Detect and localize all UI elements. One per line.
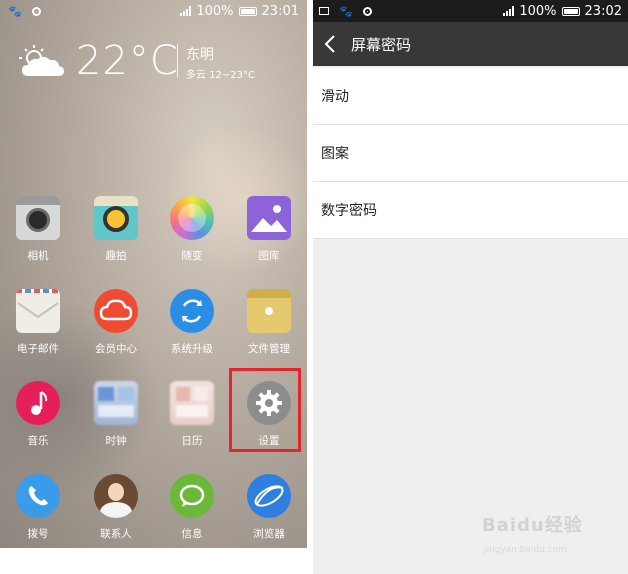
screen-password-page: 🐾 100% 23:02 屏幕密码 滑动 图案 数字密码	[313, 0, 628, 574]
app-label: 随变	[181, 250, 203, 262]
gallery-icon	[247, 196, 291, 240]
app-gallery[interactable]: 图库	[234, 196, 304, 263]
settings-highlight-box	[229, 368, 301, 452]
status-bar-right: 100% 23:01	[180, 0, 299, 22]
option-slide[interactable]: 滑动	[313, 68, 628, 125]
signal-icon	[503, 6, 515, 16]
battery-icon	[238, 6, 257, 16]
app-music[interactable]: 音乐	[3, 381, 73, 448]
weather-divider	[177, 44, 178, 78]
app-email[interactable]: 电子邮件	[3, 289, 73, 356]
app-calendar[interactable]: 日历	[157, 381, 227, 448]
app-label: 系统升级	[171, 343, 213, 355]
phone-icon	[16, 474, 60, 518]
baidu-watermark: Baidu经验 jingyan.baidu.com	[476, 505, 626, 571]
app-label: 相机	[27, 250, 49, 262]
status-bar-left: 🐾	[8, 0, 41, 22]
app-contacts[interactable]: 联系人	[81, 474, 151, 541]
app-browser[interactable]: 浏览器	[234, 474, 304, 541]
record-icon	[362, 6, 372, 16]
option-pattern[interactable]: 图案	[313, 125, 628, 182]
battery-percent: 100%	[519, 3, 557, 19]
status-time: 23:01	[261, 3, 299, 19]
app-label: 浏览器	[253, 528, 285, 540]
paw-icon: 🐾	[339, 4, 353, 18]
chat-bubble-icon	[170, 474, 214, 518]
page-title: 屏幕密码	[351, 35, 412, 54]
color-wheel-icon	[170, 196, 214, 240]
password-option-list: 滑动 图案 数字密码	[313, 68, 628, 239]
app-label: 文件管理	[248, 343, 290, 355]
app-dialer[interactable]: 拨号	[3, 474, 73, 541]
app-label: 图库	[258, 250, 280, 262]
battery-icon	[561, 6, 580, 16]
home-screen: 🐾 100% 23:01 22°C 东明 多云 12~23°C 相机 趣拍 随变…	[0, 0, 307, 548]
music-note-icon	[16, 381, 60, 425]
status-time: 23:02	[584, 3, 622, 19]
app-label: 联系人	[100, 528, 132, 540]
app-label: 日历	[181, 435, 203, 447]
watermark-url: jingyan.baidu.com	[484, 545, 568, 555]
app-label: 音乐	[27, 435, 49, 447]
fun-camera-icon	[94, 196, 138, 240]
app-label: 拨号	[27, 528, 49, 540]
app-label: 电子邮件	[17, 343, 59, 355]
watermark-brand: Baidu经验	[482, 515, 583, 536]
app-messages[interactable]: 信息	[157, 474, 227, 541]
app-suibian[interactable]: 随变	[157, 196, 227, 263]
app-system-update[interactable]: 系统升级	[157, 289, 227, 356]
app-clock[interactable]: 时钟	[81, 381, 151, 448]
status-bar-left: 🐾	[319, 0, 372, 22]
weather-city: 东明	[186, 47, 214, 63]
camera-icon	[16, 196, 60, 240]
app-file-manager[interactable]: 文件管理	[234, 289, 304, 356]
calendar-icon	[170, 381, 214, 425]
weather-temperature[interactable]: 22°C	[76, 38, 179, 84]
app-label: 趣拍	[105, 250, 127, 262]
image-icon	[319, 7, 329, 15]
globe-icon	[247, 474, 291, 518]
clock-icon	[94, 381, 138, 425]
app-quxpai[interactable]: 趣拍	[81, 196, 151, 263]
back-arrow-icon[interactable]	[317, 22, 343, 66]
signal-icon	[180, 6, 192, 16]
battery-percent: 100%	[196, 3, 234, 19]
email-icon	[16, 289, 60, 333]
app-member-center[interactable]: 会员中心	[81, 289, 151, 356]
folder-icon	[247, 289, 291, 333]
cloudy-sun-icon	[19, 45, 64, 76]
bottom-strip	[0, 548, 307, 574]
title-bar: 屏幕密码	[313, 22, 628, 66]
app-label: 会员中心	[95, 343, 137, 355]
record-icon	[31, 6, 41, 16]
app-label: 信息	[181, 528, 203, 540]
option-numeric-password[interactable]: 数字密码	[313, 182, 628, 239]
weather-description: 多云 12~23°C	[186, 70, 255, 81]
app-camera[interactable]: 相机	[3, 196, 73, 263]
status-bar-right: 100% 23:02	[503, 0, 622, 22]
app-label: 时钟	[105, 435, 127, 447]
paw-icon: 🐾	[8, 4, 22, 18]
sync-icon	[170, 289, 214, 333]
cloud-icon	[94, 289, 138, 333]
contact-avatar-icon	[94, 474, 138, 518]
